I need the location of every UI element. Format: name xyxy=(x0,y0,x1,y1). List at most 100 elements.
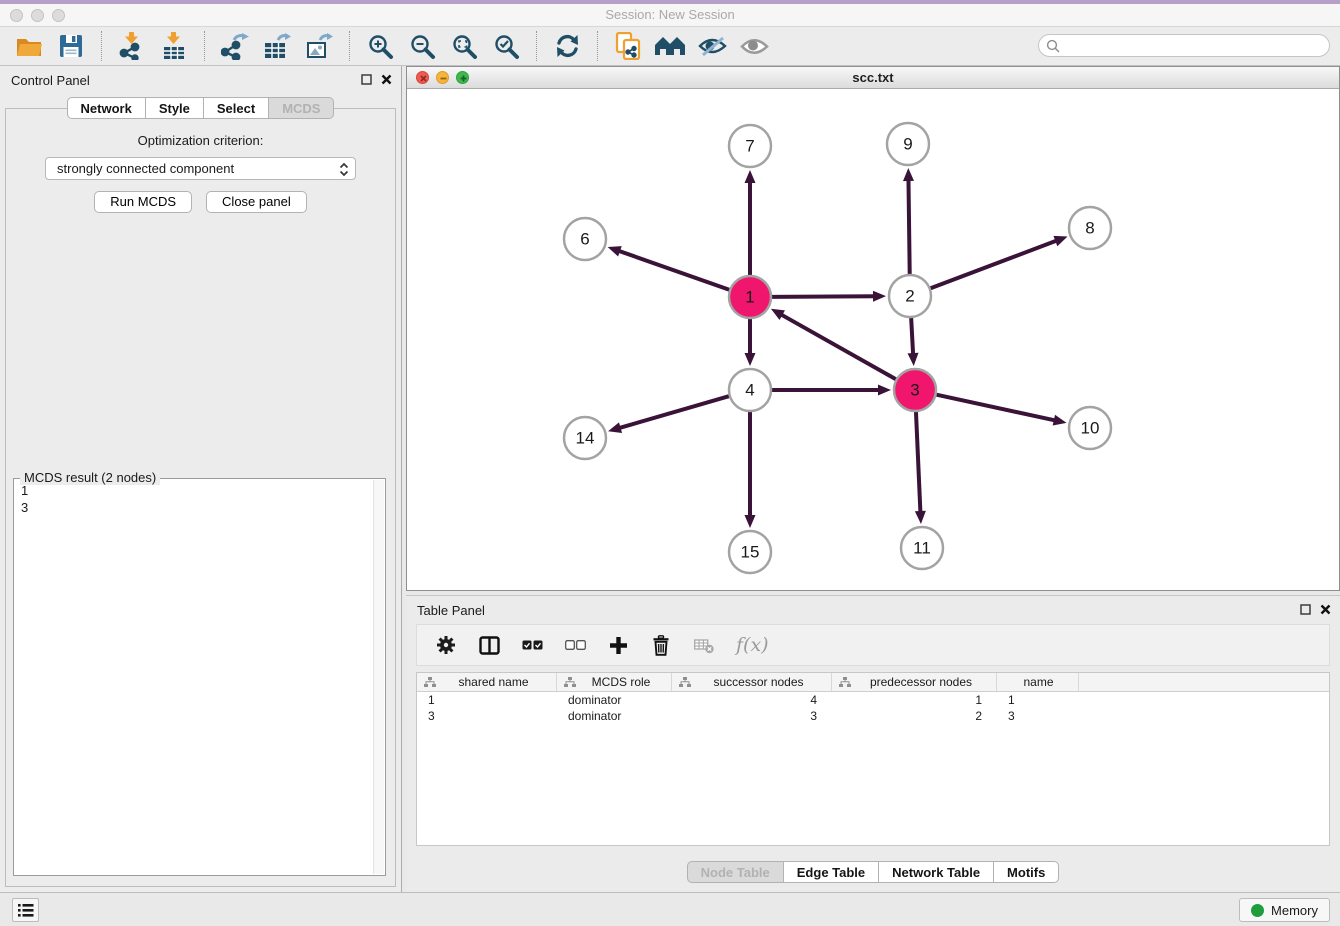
search-input[interactable] xyxy=(1060,37,1329,55)
table-body: 1dominator4113dominator323 xyxy=(417,692,1329,724)
copy-network-view-button[interactable] xyxy=(612,29,644,63)
node-label-11: 11 xyxy=(913,539,931,558)
edge-2-3[interactable] xyxy=(911,318,913,355)
table-toolbar: f(x) xyxy=(416,624,1330,666)
column-header-predecessor-nodes[interactable]: predecessor nodes xyxy=(832,673,997,691)
tab-style[interactable]: Style xyxy=(146,97,204,119)
zoom-in-button[interactable] xyxy=(364,29,396,63)
edge-4-14[interactable] xyxy=(619,396,729,428)
edge-2-9[interactable] xyxy=(908,179,909,274)
refresh-view-button[interactable] xyxy=(551,29,583,63)
tab-edge-table[interactable]: Edge Table xyxy=(784,861,879,883)
show-all-views-button[interactable] xyxy=(654,29,686,63)
toolbar-separator xyxy=(536,31,537,61)
edge-arrowhead-3-10 xyxy=(1053,415,1067,426)
minimize-window-button[interactable] xyxy=(31,9,44,22)
mcds-result-list[interactable]: 1 3 xyxy=(15,480,372,874)
delete-column-button[interactable] xyxy=(650,635,672,656)
zoom-fit-icon xyxy=(451,33,478,60)
zoom-fit-button[interactable] xyxy=(448,29,480,63)
tab-motifs[interactable]: Motifs xyxy=(994,861,1059,883)
column-header-name[interactable]: name xyxy=(997,673,1079,691)
apply-function-button[interactable]: f(x) xyxy=(736,634,769,656)
export-image-button[interactable] xyxy=(303,29,335,63)
close-panel-button[interactable]: Close panel xyxy=(206,191,307,213)
edge-arrowhead-4-15 xyxy=(745,515,756,528)
edge-1-6[interactable] xyxy=(618,251,729,290)
tab-node-table[interactable]: Node Table xyxy=(687,861,784,883)
table-row[interactable]: 1dominator411 xyxy=(417,692,1329,708)
import-network-button[interactable] xyxy=(116,29,148,63)
zoom-out-button[interactable] xyxy=(406,29,438,63)
tab-network[interactable]: Network xyxy=(67,97,146,119)
node-label-15: 15 xyxy=(741,543,760,562)
float-panel-icon[interactable] xyxy=(361,74,372,85)
criterion-dropdown[interactable]: strongly connected component xyxy=(45,157,356,180)
show-hidden-button[interactable] xyxy=(738,29,770,63)
edge-3-11[interactable] xyxy=(916,412,920,513)
floppy-disk-icon xyxy=(59,34,83,58)
split-columns-icon xyxy=(479,636,500,655)
table-cell: 3 xyxy=(417,708,557,724)
task-history-button[interactable] xyxy=(12,898,39,922)
tab-select[interactable]: Select xyxy=(204,97,269,119)
run-mcds-button[interactable]: Run MCDS xyxy=(94,191,192,213)
zoom-selected-button[interactable] xyxy=(490,29,522,63)
table-cell: 2 xyxy=(832,708,997,724)
import-table-icon xyxy=(161,32,187,60)
export-image-icon xyxy=(305,32,333,60)
column-header-MCDS-role[interactable]: MCDS role xyxy=(557,673,672,691)
add-column-button[interactable] xyxy=(607,636,629,655)
table-settings-button[interactable] xyxy=(435,635,457,655)
deselect-all-rows-button[interactable] xyxy=(564,640,586,650)
memory-button[interactable]: Memory xyxy=(1239,898,1330,922)
zoom-window-button[interactable] xyxy=(52,9,65,22)
node-label-14: 14 xyxy=(576,429,595,448)
edge-3-10[interactable] xyxy=(936,395,1055,421)
search-field[interactable] xyxy=(1038,34,1330,57)
hide-selected-button[interactable] xyxy=(696,29,728,63)
select-all-rows-button[interactable] xyxy=(521,640,543,650)
delete-table-button[interactable] xyxy=(693,637,715,654)
table-cell: 1 xyxy=(832,692,997,708)
import-table-button[interactable] xyxy=(158,29,190,63)
table-cell: dominator xyxy=(557,708,672,724)
edge-1-2[interactable] xyxy=(772,296,875,297)
close-panel-icon[interactable] xyxy=(1320,604,1331,615)
search-icon xyxy=(1046,39,1060,53)
copy-network-document-icon xyxy=(615,32,641,60)
save-session-button[interactable] xyxy=(55,29,87,63)
edge-arrowhead-4-14 xyxy=(608,422,622,433)
float-panel-icon[interactable] xyxy=(1300,604,1311,615)
maximize-view-button[interactable] xyxy=(456,71,469,84)
node-table[interactable]: shared nameMCDS rolesuccessor nodesprede… xyxy=(416,672,1330,846)
close-panel-icon[interactable] xyxy=(381,74,392,85)
network-view-window: scc.txt 7968124314101511 xyxy=(406,66,1340,591)
result-scrollbar[interactable] xyxy=(373,480,384,874)
edge-arrowhead-3-11 xyxy=(915,511,926,524)
edge-2-8[interactable] xyxy=(931,240,1058,288)
close-view-button[interactable] xyxy=(416,71,429,84)
split-columns-button[interactable] xyxy=(478,636,500,655)
tab-network-table[interactable]: Network Table xyxy=(879,861,994,883)
network-graph-canvas[interactable]: 7968124314101511 xyxy=(407,89,1339,590)
network-window-titlebar[interactable]: scc.txt xyxy=(407,67,1339,89)
export-network-button[interactable] xyxy=(219,29,251,63)
network-window-controls xyxy=(416,71,469,84)
edge-3-1[interactable] xyxy=(780,314,895,379)
zoom-in-icon xyxy=(367,33,394,60)
open-session-button[interactable] xyxy=(13,29,45,63)
table-row[interactable]: 3dominator323 xyxy=(417,708,1329,724)
minimize-view-button[interactable] xyxy=(436,71,449,84)
table-cell: 3 xyxy=(997,708,1079,724)
column-header-successor-nodes[interactable]: successor nodes xyxy=(672,673,832,691)
export-table-button[interactable] xyxy=(261,29,293,63)
close-window-button[interactable] xyxy=(10,9,23,22)
column-header-shared-name[interactable]: shared name xyxy=(417,673,557,691)
node-label-4: 4 xyxy=(745,381,754,400)
edge-arrowhead-4-3 xyxy=(878,385,891,396)
edge-arrowhead-1-2 xyxy=(873,291,886,302)
trash-icon xyxy=(652,635,670,656)
tab-mcds[interactable]: MCDS xyxy=(269,97,334,119)
edge-arrowhead-2-8 xyxy=(1053,236,1067,246)
